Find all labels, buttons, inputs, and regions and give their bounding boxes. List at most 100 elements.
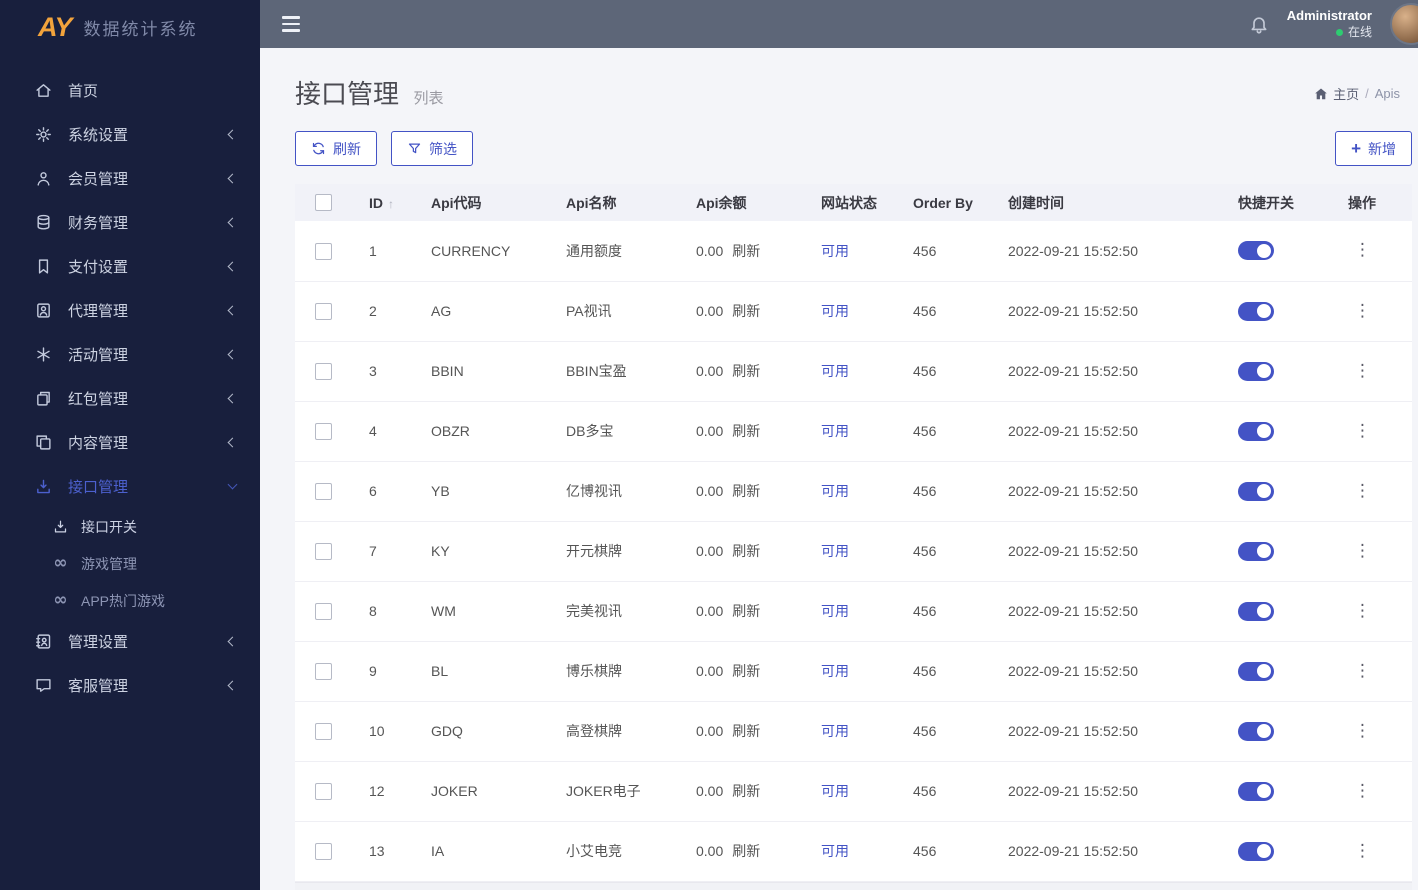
user-menu[interactable]: Administrator 在线 [1287,8,1372,39]
sidebar-item[interactable]: 接口管理 [0,464,260,508]
balance-refresh-link[interactable]: 刷新 [732,843,760,859]
row-actions-icon[interactable]: ⋮ [1348,541,1377,561]
balance-refresh-link[interactable]: 刷新 [732,543,760,559]
avatar[interactable] [1390,3,1418,45]
sidebar-item[interactable]: 系统设置 [0,112,260,156]
home-icon [1314,87,1328,101]
row-actions-icon[interactable]: ⋮ [1348,661,1377,681]
sidebar-item[interactable]: 支付设置 [0,244,260,288]
balance-refresh-link[interactable]: 刷新 [732,783,760,799]
redpacket-icon [34,389,53,408]
quick-switch-toggle[interactable] [1238,301,1274,321]
quick-switch-toggle[interactable] [1238,361,1274,381]
row-actions-icon[interactable]: ⋮ [1348,361,1377,381]
site-status-link[interactable]: 可用 [821,603,849,619]
row-actions-icon[interactable]: ⋮ [1348,301,1377,321]
site-status-link[interactable]: 可用 [821,423,849,439]
site-status-link[interactable]: 可用 [821,723,849,739]
balance-refresh-link[interactable]: 刷新 [732,603,760,619]
row-actions-icon[interactable]: ⋮ [1348,240,1377,260]
row-actions-icon[interactable]: ⋮ [1348,781,1377,801]
balance-refresh-link[interactable]: 刷新 [732,303,760,319]
row-checkbox[interactable] [315,542,332,560]
cell-order-by: 456 [901,641,996,702]
row-checkbox[interactable] [315,362,332,380]
site-status-link[interactable]: 可用 [821,543,849,559]
sidebar-item[interactable]: 首页 [0,68,260,112]
balance-refresh-link[interactable]: 刷新 [732,663,760,679]
filter-button[interactable]: 筛选 [391,131,473,166]
site-status-link[interactable]: 可用 [821,843,849,859]
row-actions-icon[interactable]: ⋮ [1348,721,1377,741]
brand-title: 数据统计系统 [83,19,198,39]
site-status-link[interactable]: 可用 [821,783,849,799]
sidebar-item[interactable]: 红包管理 [0,376,260,420]
sort-asc-icon[interactable]: ↑ [388,197,394,211]
cell-api-code: IA [419,821,554,882]
row-checkbox[interactable] [315,302,332,320]
site-status-link[interactable]: 可用 [821,483,849,499]
main-content: 接口管理 列表 主页 / Apis 刷新 筛选 + 新增 ID ↑ Api代码 … [260,48,1418,890]
quick-switch-toggle[interactable] [1238,241,1274,261]
row-checkbox[interactable] [315,662,332,680]
breadcrumb-home[interactable]: 主页 [1314,84,1359,103]
row-actions-icon[interactable]: ⋮ [1348,481,1377,501]
menu-toggle-icon[interactable] [282,16,300,32]
hot-game-icon: ∞ [53,590,68,610]
select-all-checkbox[interactable] [315,194,332,212]
sidebar-item[interactable]: 会员管理 [0,156,260,200]
add-button[interactable]: + 新增 [1335,131,1412,166]
row-checkbox[interactable] [315,842,332,860]
sidebar-subitem[interactable]: ∞ APP热门游戏 [0,582,260,619]
col-header-id[interactable]: ID [369,195,383,211]
balance-refresh-link[interactable]: 刷新 [732,483,760,499]
quick-switch-toggle[interactable] [1238,781,1274,801]
sidebar-item[interactable]: 管理设置 [0,619,260,663]
balance-refresh-link[interactable]: 刷新 [732,363,760,379]
site-status-link[interactable]: 可用 [821,363,849,379]
row-checkbox[interactable] [315,482,332,500]
balance-refresh-link[interactable]: 刷新 [732,243,760,259]
site-status-link[interactable]: 可用 [821,243,849,259]
sidebar-item[interactable]: 财务管理 [0,200,260,244]
refresh-button[interactable]: 刷新 [295,131,377,166]
site-status-link[interactable]: 可用 [821,303,849,319]
cell-created-at: 2022-09-21 15:52:50 [996,281,1226,342]
sidebar-subitem[interactable]: ∞ 游戏管理 [0,545,260,582]
sidebar-item[interactable]: 活动管理 [0,332,260,376]
brand[interactable]: AY 数据统计系统 [0,0,260,54]
topbar-right: Administrator 在线 [1249,3,1418,45]
chevron-left-icon [227,437,238,447]
table-row: 1 CURRENCY 通用额度 0.00 刷新 可用 456 2022-09-21… [295,221,1412,282]
site-status-link[interactable]: 可用 [821,663,849,679]
row-checkbox[interactable] [315,602,332,620]
quick-switch-toggle[interactable] [1238,601,1274,621]
sidebar-subitem[interactable]: 接口开关 [0,508,260,545]
cell-order-by: 456 [901,461,996,522]
row-actions-icon[interactable]: ⋮ [1348,601,1377,621]
quick-switch-toggle[interactable] [1238,721,1274,741]
row-actions-icon[interactable]: ⋮ [1348,841,1377,861]
quick-switch-toggle[interactable] [1238,541,1274,561]
quick-switch-toggle[interactable] [1238,661,1274,681]
balance-refresh-link[interactable]: 刷新 [732,423,760,439]
toolbar: 刷新 筛选 + 新增 [295,131,1412,166]
quick-switch-toggle[interactable] [1238,841,1274,861]
balance-refresh-link[interactable]: 刷新 [732,723,760,739]
row-actions-icon[interactable]: ⋮ [1348,421,1377,441]
row-checkbox[interactable] [315,722,332,740]
sidebar-item[interactable]: 内容管理 [0,420,260,464]
bell-icon[interactable] [1249,14,1269,34]
row-checkbox[interactable] [315,242,332,260]
sidebar-item[interactable]: 代理管理 [0,288,260,332]
cell-api-code: GDQ [419,701,554,762]
row-checkbox[interactable] [315,422,332,440]
refresh-icon [311,141,326,156]
quick-switch-toggle[interactable] [1238,421,1274,441]
quick-switch-toggle[interactable] [1238,481,1274,501]
cell-api-name: 完美视讯 [554,581,684,642]
row-checkbox[interactable] [315,782,332,800]
service-icon [34,676,53,695]
sidebar-item[interactable]: 客服管理 [0,663,260,707]
table-header-row: ID ↑ Api代码 Api名称 Api余额 网站状态 Order By 创建时间… [295,184,1412,221]
